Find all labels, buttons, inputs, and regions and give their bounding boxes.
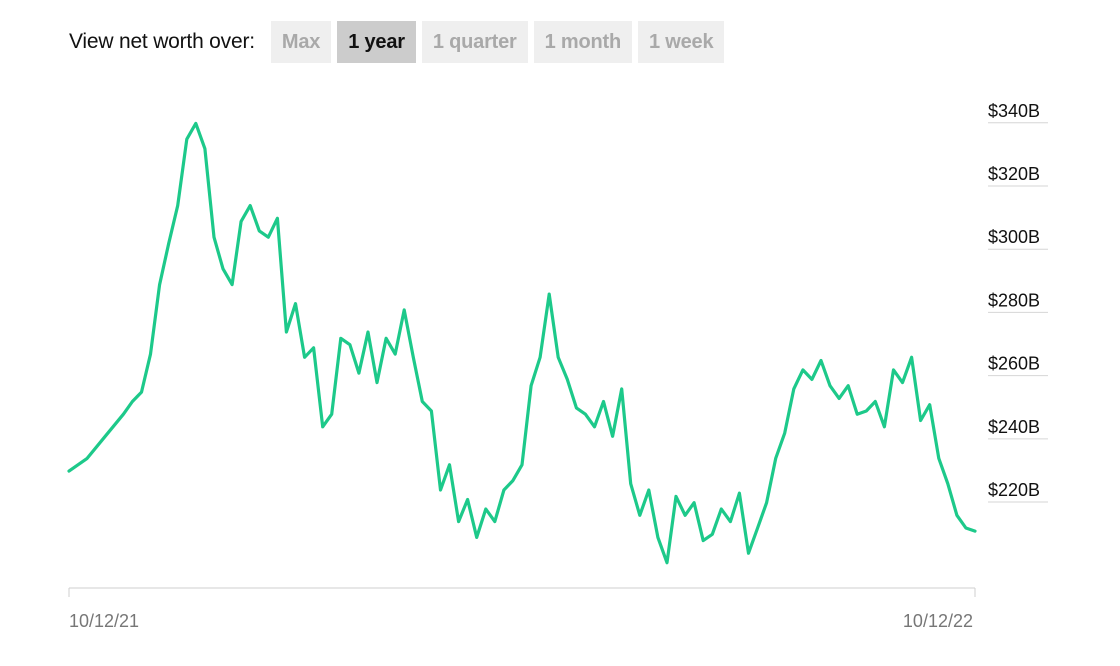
y-tick-label: $240B — [988, 417, 1040, 437]
net-worth-line — [67, 121, 977, 565]
net-worth-line-chart: $340B $320B $300B $280B $260B $240B $220B 10/1… — [67, 101, 1048, 631]
y-tick-label: $220B — [988, 480, 1040, 500]
y-tick-label: $280B — [988, 290, 1040, 310]
y-tick-label: $260B — [988, 354, 1040, 374]
series-layer — [67, 121, 977, 565]
y-tick-label: $340B — [988, 101, 1040, 121]
y-tick-label: $320B — [988, 164, 1040, 184]
x-tick-label-start: 10/12/21 — [69, 611, 139, 631]
x-axis: 10/12/21 10/12/22 — [68, 587, 976, 631]
y-tick-label: $300B — [988, 227, 1040, 247]
x-tick-label-end: 10/12/22 — [903, 611, 973, 631]
y-grid: $340B $320B $300B $280B $260B $240B $220B — [988, 101, 1048, 503]
